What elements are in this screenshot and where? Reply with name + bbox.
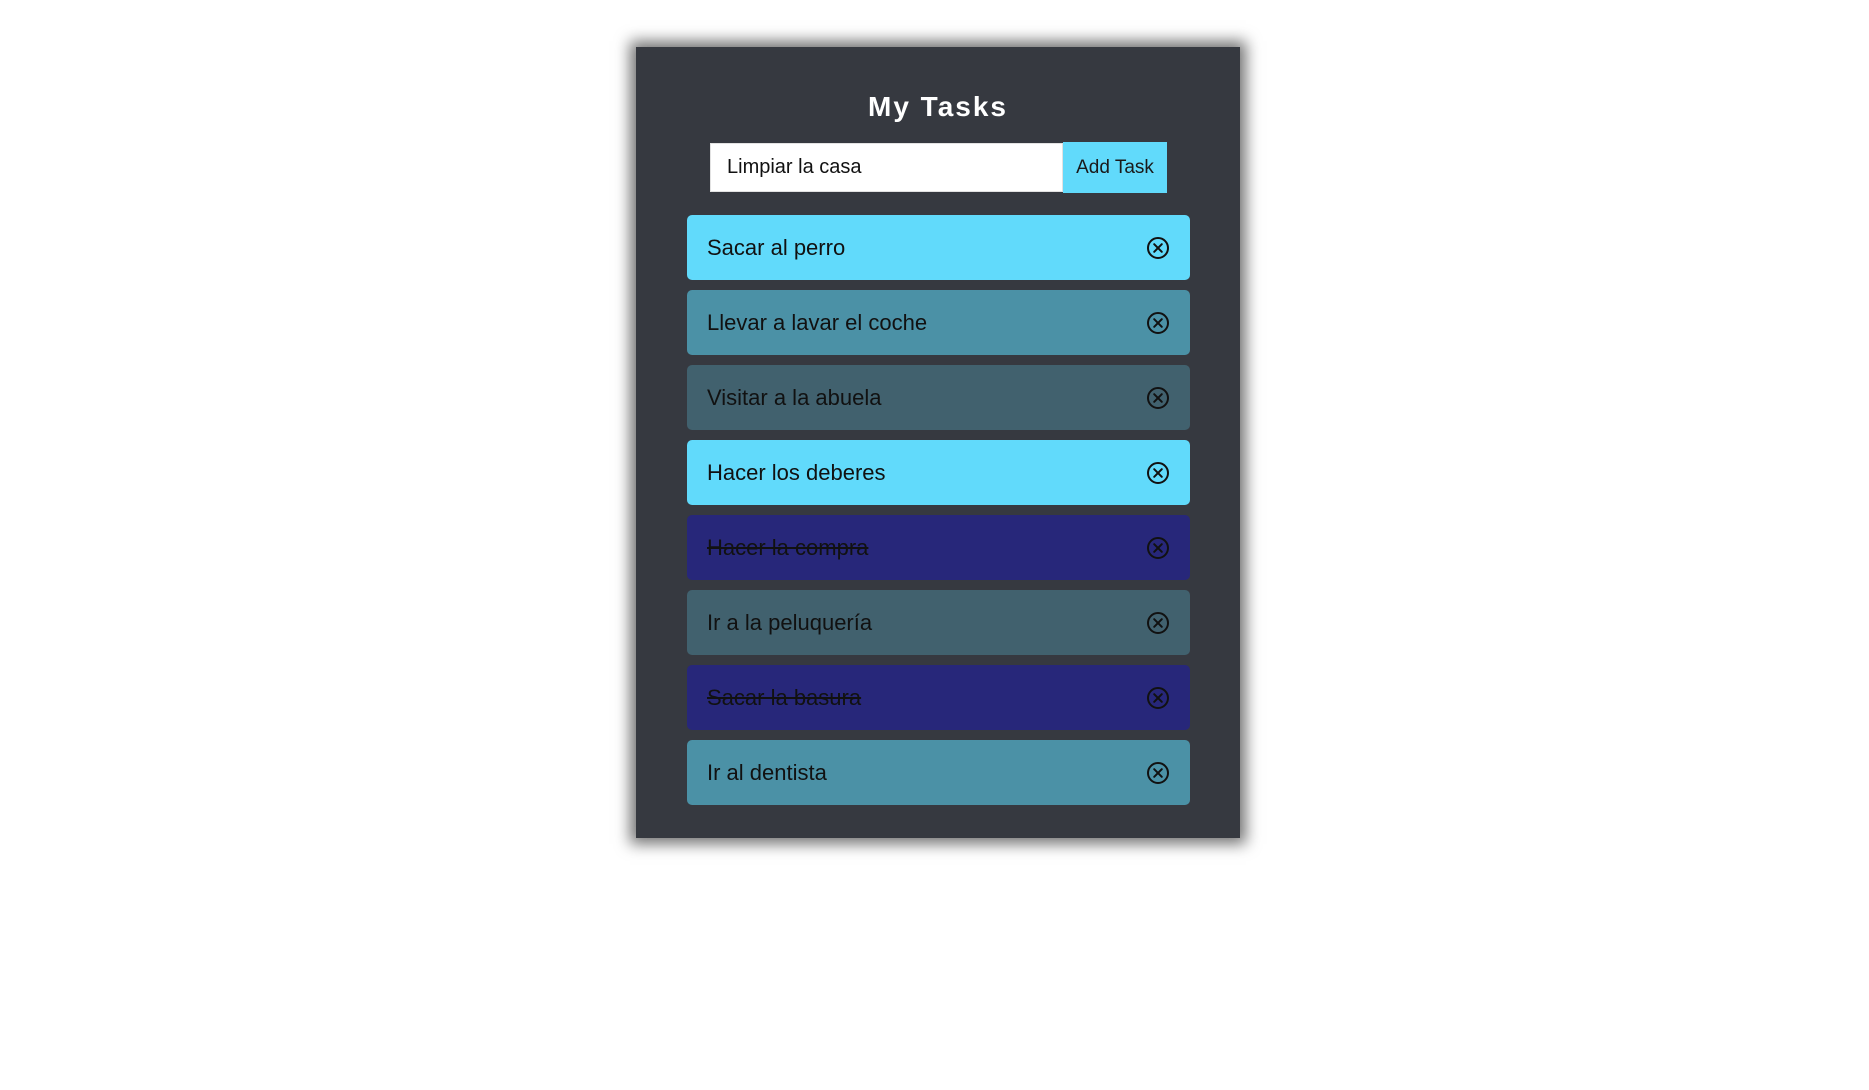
task-label: Ir al dentista	[707, 759, 827, 785]
tasks-card: My Tasks Add Task Sacar al perro Llevar …	[636, 47, 1240, 838]
close-circle-icon[interactable]	[1146, 236, 1170, 260]
close-circle-icon[interactable]	[1146, 761, 1170, 785]
task-label: Llevar a lavar el coche	[707, 309, 928, 335]
add-task-form: Add Task	[710, 142, 1167, 193]
task-item[interactable]: Sacar la basura	[687, 665, 1190, 730]
close-circle-icon[interactable]	[1146, 536, 1170, 560]
task-item[interactable]: Ir al dentista	[687, 740, 1190, 805]
close-circle-icon[interactable]	[1146, 686, 1170, 710]
task-label: Sacar la basura	[707, 684, 862, 710]
task-label: Visitar a la abuela	[707, 384, 882, 410]
add-task-button[interactable]: Add Task	[1063, 142, 1167, 193]
task-item[interactable]: Hacer la compra	[687, 515, 1190, 580]
task-item[interactable]: Ir a la peluquería	[687, 590, 1190, 655]
page-title: My Tasks	[868, 91, 1008, 122]
task-label: Ir a la peluquería	[707, 609, 873, 635]
close-circle-icon[interactable]	[1146, 461, 1170, 485]
task-input[interactable]	[710, 143, 1063, 192]
close-circle-icon[interactable]	[1146, 611, 1170, 635]
task-label: Hacer los deberes	[707, 459, 886, 485]
task-item[interactable]: Llevar a lavar el coche	[687, 290, 1190, 355]
close-circle-icon[interactable]	[1146, 311, 1170, 335]
task-item[interactable]: Visitar a la abuela	[687, 365, 1190, 430]
task-list: Sacar al perro Llevar a lavar el coche V…	[687, 215, 1190, 815]
close-circle-icon[interactable]	[1146, 386, 1170, 410]
task-label: Hacer la compra	[707, 534, 869, 560]
task-item[interactable]: Hacer los deberes	[687, 440, 1190, 505]
task-label: Sacar al perro	[707, 234, 846, 260]
task-item[interactable]: Sacar al perro	[687, 215, 1190, 280]
